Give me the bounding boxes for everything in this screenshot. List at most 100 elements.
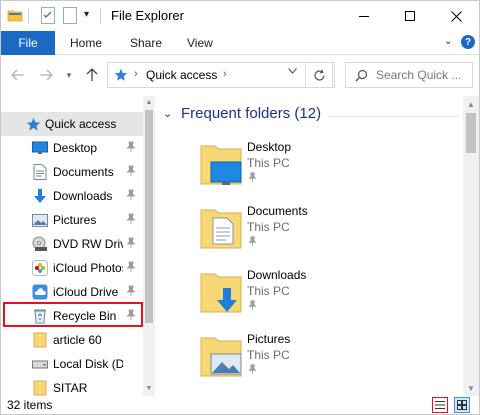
pin-icon[interactable] — [125, 261, 137, 273]
pin-icon — [248, 300, 257, 311]
scroll-down-icon[interactable]: ▼ — [143, 382, 155, 394]
content-pane: ⌄ Frequent folders (12) Desktop This PC … — [157, 96, 463, 396]
navigation-pane-scrollbar[interactable]: ▲ ▼ — [143, 96, 155, 396]
star-icon — [25, 116, 41, 132]
dvd-drive-icon — [32, 236, 48, 252]
chevron-right-icon[interactable]: › — [134, 68, 138, 80]
icloud-drive-icon — [32, 284, 48, 300]
sidebar-item-documents[interactable]: Documents — [1, 160, 143, 184]
maximize-button[interactable] — [387, 1, 433, 31]
sidebar-item-label: Desktop — [53, 141, 98, 155]
refresh-button[interactable] — [305, 62, 333, 88]
sidebar-item-label: article 60 — [53, 333, 102, 347]
group-header-label: Frequent folders (12) — [181, 105, 322, 122]
close-icon — [450, 10, 462, 22]
file-explorer-window: ▾ File Explorer File Home Share View ⌄ ?… — [0, 0, 480, 415]
new-folder-icon[interactable] — [63, 7, 77, 24]
tab-share[interactable]: Share — [130, 31, 162, 55]
large-icons-view-icon — [457, 400, 467, 410]
sidebar-item-label: Local Disk (D:) — [53, 357, 123, 371]
sidebar-item-label: Downloads — [53, 189, 113, 203]
minimize-icon — [359, 15, 369, 17]
folder-location: This PC — [247, 284, 290, 298]
folder-icon — [32, 332, 48, 348]
sidebar-item-pictures[interactable]: Pictures — [1, 208, 143, 232]
pin-icon[interactable] — [125, 237, 137, 249]
pictures-icon — [32, 212, 48, 228]
expand-ribbon-chevron-down-icon[interactable]: ⌄ — [444, 37, 454, 47]
documents-folder-icon — [200, 209, 242, 249]
content-scrollbar[interactable]: ▲ ▼ — [463, 96, 479, 396]
folder-tile-documents[interactable]: Documents This PC — [197, 204, 437, 264]
pin-icon[interactable] — [125, 213, 137, 225]
sidebar-item-sitar[interactable]: SITAR — [1, 376, 143, 396]
chevron-down-icon[interactable]: ⌄ — [163, 107, 175, 120]
back-button[interactable] — [9, 66, 27, 84]
minimize-button[interactable] — [341, 1, 387, 31]
address-history-chevron-down-icon[interactable] — [288, 68, 297, 74]
window-title: File Explorer — [111, 8, 184, 23]
sidebar-item-article-60[interactable]: article 60 — [1, 328, 143, 352]
folder-tile-downloads[interactable]: Downloads This PC — [197, 268, 437, 328]
documents-icon — [32, 164, 48, 180]
scrollbar-thumb[interactable] — [466, 113, 476, 153]
recent-locations-chevron-down-icon[interactable]: ▾ — [63, 66, 75, 84]
sidebar-item-label: iCloud Photos — [53, 261, 123, 275]
customize-toolbar-dropdown-icon[interactable]: ▾ — [84, 9, 94, 21]
scroll-up-icon[interactable]: ▲ — [463, 96, 479, 112]
tab-view[interactable]: View — [187, 31, 213, 55]
sidebar-item-dvd-rw-drive[interactable]: DVD RW Drive — [1, 232, 143, 256]
pin-icon[interactable] — [125, 165, 137, 177]
tab-file[interactable]: File — [1, 31, 55, 55]
scrollbar-thumb[interactable] — [145, 110, 153, 323]
sidebar-item-desktop[interactable]: Desktop — [1, 136, 143, 160]
folder-icon[interactable] — [7, 8, 23, 22]
details-view-icon — [435, 401, 445, 409]
address-location[interactable]: Quick access — [146, 68, 217, 82]
sidebar-item-local-disk-d[interactable]: Local Disk (D:) — [1, 352, 143, 376]
toolbar-separator — [100, 8, 101, 24]
downloads-folder-icon — [200, 273, 242, 313]
scroll-down-icon[interactable]: ▼ — [463, 380, 479, 396]
title-bar: ▾ File Explorer — [1, 1, 479, 31]
pictures-folder-icon — [200, 337, 242, 377]
sidebar-item-label: DVD RW Drive — [53, 237, 123, 251]
sidebar-item-downloads[interactable]: Downloads — [1, 184, 143, 208]
recycle-bin-highlight-box — [3, 302, 143, 327]
up-button[interactable] — [83, 66, 101, 84]
search-input[interactable] — [376, 67, 470, 83]
address-bar[interactable]: › Quick access › — [107, 62, 335, 88]
folder-name: Pictures — [247, 332, 291, 346]
sidebar-item-label: Documents — [53, 165, 114, 179]
sidebar-item-icloud-drive[interactable]: iCloud Drive — [1, 280, 143, 304]
pin-icon[interactable] — [125, 141, 137, 153]
arrow-up-icon — [86, 68, 98, 81]
forward-button[interactable] — [37, 66, 55, 84]
pin-icon[interactable] — [125, 189, 137, 201]
sidebar-item-quick-access[interactable]: Quick access — [1, 112, 143, 136]
help-icon[interactable]: ? — [461, 35, 475, 49]
frequent-folders-header[interactable]: ⌄ Frequent folders (12) — [163, 105, 321, 122]
chevron-right-icon[interactable]: › — [223, 68, 227, 80]
folder-location: This PC — [247, 156, 290, 170]
tab-home[interactable]: Home — [70, 31, 102, 55]
scroll-up-icon[interactable]: ▲ — [143, 96, 155, 108]
sidebar-item-label: iCloud Drive — [53, 285, 119, 299]
close-button[interactable] — [433, 1, 479, 31]
address-row: ▾ › Quick access › — [1, 56, 479, 96]
sidebar-item-label: Quick access — [45, 117, 117, 131]
sidebar-item-icloud-photos[interactable]: iCloud Photos — [1, 256, 143, 280]
pin-icon[interactable] — [125, 285, 137, 297]
pin-icon — [248, 364, 257, 375]
desktop-folder-icon — [200, 145, 242, 185]
folder-tile-desktop[interactable]: Desktop This PC — [197, 140, 437, 200]
properties-icon[interactable] — [41, 7, 55, 24]
sidebar-item-label: Pictures — [53, 213, 97, 227]
large-icons-view-button[interactable] — [454, 397, 470, 413]
item-count: 32 items — [7, 398, 53, 412]
search-box[interactable] — [345, 62, 473, 88]
folder-tile-pictures[interactable]: Pictures This PC — [197, 332, 437, 392]
arrow-right-icon — [40, 69, 53, 81]
details-view-button[interactable] — [432, 397, 448, 413]
folder-name: Downloads — [247, 268, 307, 282]
